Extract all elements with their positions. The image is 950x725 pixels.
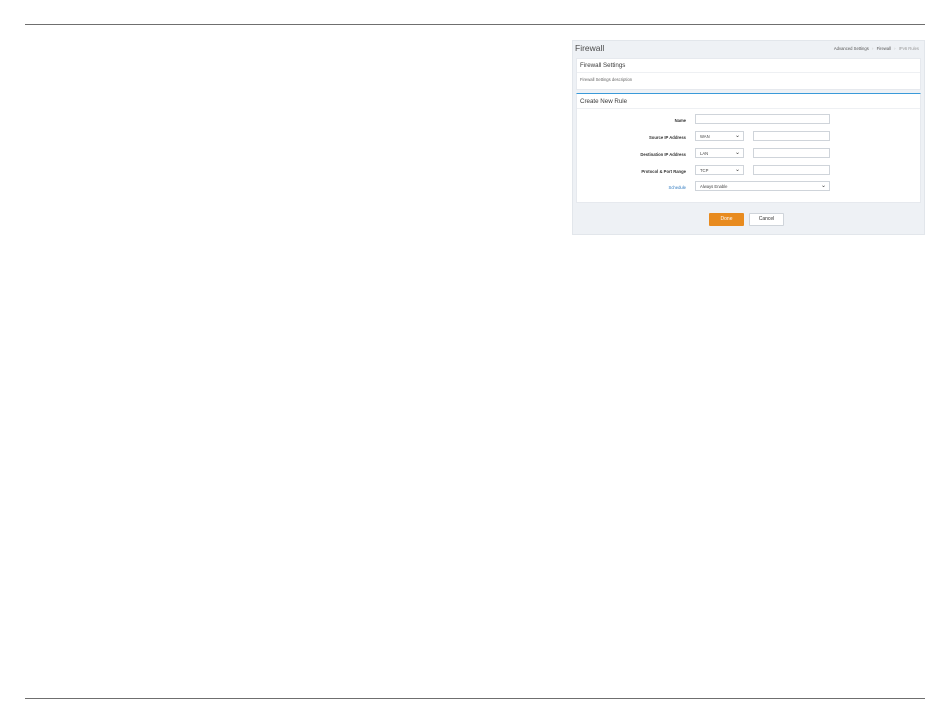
page-header: Firewall Advanced Settings › Firewall › … (573, 41, 924, 57)
source-ip-select-value: WAN (700, 134, 710, 139)
top-rule (25, 24, 925, 25)
schedule-select[interactable]: Always Enable ⌄ (695, 181, 830, 191)
settings-title: Firewall Settings (580, 62, 626, 69)
firewall-window: Firewall Advanced Settings › Firewall › … (572, 40, 925, 235)
protocol-select-value: TCP (700, 168, 709, 173)
schedule-select-value: Always Enable (700, 184, 728, 189)
name-label: Name (674, 118, 686, 123)
destination-ip-select-value: LAN (700, 151, 709, 156)
source-ip-input[interactable] (753, 131, 830, 141)
page-title: Firewall (575, 43, 605, 53)
create-rule-panel: Create New Rule Name Source IP Address W… (576, 93, 921, 203)
name-input[interactable] (695, 114, 830, 124)
done-button[interactable]: Done (709, 213, 744, 226)
destination-ip-select[interactable]: LAN ⌄ (695, 148, 744, 158)
breadcrumb-separator: › (894, 46, 896, 51)
divider (577, 72, 920, 73)
settings-description: Firewall Settings description (580, 77, 633, 82)
source-ip-label: Source IP Address (648, 135, 686, 140)
breadcrumb-advanced-settings[interactable]: Advanced Settings (834, 46, 869, 51)
firewall-settings-panel: Firewall Settings Firewall Settings desc… (576, 58, 921, 90)
divider (577, 108, 920, 109)
chevron-down-icon: ⌄ (734, 133, 740, 139)
destination-ip-input[interactable] (753, 148, 830, 158)
destination-ip-label: Destination IP Address (640, 152, 686, 157)
protocol-label: Protocol & Port Range (641, 169, 686, 174)
protocol-select[interactable]: TCP ⌄ (695, 165, 744, 175)
source-ip-select[interactable]: WAN ⌄ (695, 131, 744, 141)
breadcrumb-ipv6-rules: IPv6 Rules (898, 46, 919, 51)
port-range-input[interactable] (753, 165, 830, 175)
create-rule-title: Create New Rule (580, 98, 628, 105)
breadcrumb-firewall[interactable]: Firewall (877, 46, 891, 51)
chevron-down-icon: ⌄ (734, 150, 740, 156)
schedule-link[interactable]: Schedule (606, 185, 686, 190)
cancel-button[interactable]: Cancel (749, 213, 784, 226)
chevron-down-icon: ⌄ (820, 183, 826, 189)
chevron-down-icon: ⌄ (734, 167, 740, 173)
bottom-rule (25, 698, 925, 699)
breadcrumb-separator: › (871, 46, 874, 51)
action-bar: Done Cancel (573, 206, 924, 234)
breadcrumb: Advanced Settings › Firewall › IPv6 Rule… (834, 46, 919, 51)
